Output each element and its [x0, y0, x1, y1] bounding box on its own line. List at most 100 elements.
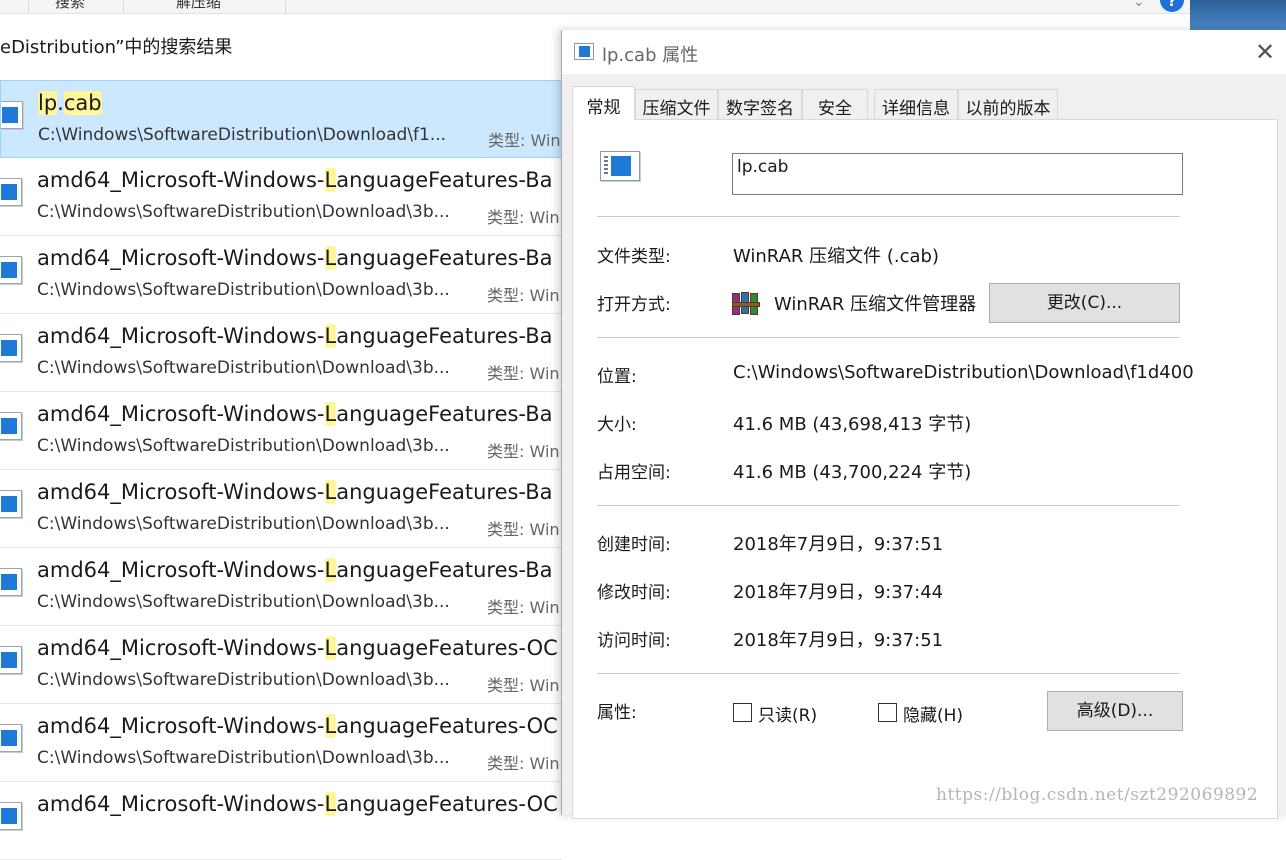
result-path: C:\Windows\SoftwareDistribution\Download… — [37, 670, 450, 690]
tab-details[interactable]: 详细信息 — [874, 89, 958, 120]
result-row[interactable]: amd64_Microsoft-Windows-LanguageFeatures… — [0, 548, 562, 626]
result-type: 类型: Win — [487, 442, 560, 461]
search-match-highlight: L — [324, 324, 337, 348]
result-name-part: anguageFeatures-Ba — [336, 402, 553, 426]
readonly-checkbox[interactable] — [733, 703, 752, 722]
file-icon — [0, 178, 22, 206]
open-with-label: 打开方式: — [597, 295, 671, 315]
result-name-part: amd64_Microsoft-Windows- — [37, 402, 325, 426]
hidden-checkbox-label[interactable]: 隐藏(H) — [903, 701, 963, 726]
result-name-part: amd64_Microsoft-Windows- — [37, 636, 325, 660]
file-type-value: WinRAR 压缩文件 (.cab) — [733, 246, 939, 267]
result-row[interactable]: amd64_Microsoft-Windows-LanguageFeatures… — [0, 470, 562, 548]
search-match-highlight: cab — [63, 91, 102, 115]
file-icon — [600, 151, 640, 181]
size-on-disk-label: 占用空间: — [597, 463, 671, 483]
result-row[interactable]: amd64_Microsoft-Windows-LanguageFeatures… — [0, 314, 562, 392]
result-path: C:\Windows\SoftwareDistribution\Download… — [37, 280, 450, 300]
result-row[interactable]: lp.cab C:\Windows\SoftwareDistribution\Do… — [0, 80, 562, 158]
advanced-button[interactable]: 高级(D)... — [1047, 691, 1183, 731]
result-row[interactable]: amd64_Microsoft-Windows-LanguageFeatures… — [0, 236, 562, 314]
change-button[interactable]: 更改(C)... — [989, 283, 1180, 323]
result-type: 类型: Win — [487, 520, 560, 539]
tab-digital-signatures[interactable]: 数字签名 — [718, 89, 802, 120]
search-match-highlight: L — [324, 714, 337, 738]
divider — [597, 673, 1180, 674]
search-match-highlight: lp — [38, 91, 58, 115]
location-label: 位置: — [597, 367, 637, 387]
result-name-part: anguageFeatures-Ba — [336, 558, 553, 582]
file-icon — [0, 490, 22, 518]
result-path: C:\Windows\SoftwareDistribution\Download… — [38, 125, 447, 145]
accessed-label: 访问时间: — [597, 631, 671, 651]
result-name-part: amd64_Microsoft-Windows- — [37, 714, 325, 738]
result-row[interactable]: amd64_Microsoft-Windows-LanguageFeatures… — [0, 626, 562, 704]
search-match-highlight: L — [324, 246, 337, 270]
file-icon — [0, 568, 22, 596]
file-icon — [0, 334, 22, 362]
general-tab-panel: 文件类型: WinRAR 压缩文件 (.cab) 打开方式: WinRAR 压缩… — [572, 119, 1278, 819]
result-name-part: . — [57, 91, 64, 115]
result-path: C:\Windows\SoftwareDistribution\Download… — [37, 436, 450, 456]
search-results-title: eDistribution”中的搜索结果 — [0, 37, 233, 58]
result-row[interactable]: amd64_Microsoft-Windows-LanguageFeatures… — [0, 158, 562, 236]
result-type: 类型: Win — [487, 676, 560, 695]
result-name-part: anguageFeatures-Ba — [336, 246, 553, 270]
result-path: C:\Windows\SoftwareDistribution\Download… — [37, 514, 450, 534]
desktop-background — [1190, 0, 1286, 30]
file-icon — [0, 802, 22, 830]
file-name-input[interactable] — [732, 153, 1183, 195]
ribbon-separator — [28, 0, 29, 14]
file-icon — [0, 646, 22, 674]
file-icon — [0, 724, 22, 752]
file-type-label: 文件类型: — [597, 247, 671, 267]
file-icon — [0, 256, 22, 284]
tab-previous-versions[interactable]: 以前的版本 — [958, 89, 1058, 120]
result-name: amd64_Microsoft-Windows-LanguageFeatures… — [37, 636, 558, 660]
close-icon[interactable]: ✕ — [1255, 38, 1275, 66]
search-match-highlight: L — [324, 402, 337, 426]
result-name: amd64_Microsoft-Windows-LanguageFeatures… — [37, 480, 553, 504]
hidden-checkbox[interactable] — [878, 703, 897, 722]
created-label: 创建时间: — [597, 535, 671, 555]
result-name-part: amd64_Microsoft-Windows- — [37, 168, 325, 192]
tab-security[interactable]: 安全 — [802, 89, 868, 120]
modified-label: 修改时间: — [597, 583, 671, 603]
readonly-checkbox-label[interactable]: 只读(R) — [758, 701, 817, 726]
result-row[interactable]: amd64_Microsoft-Windows-LanguageFeatures… — [0, 392, 562, 470]
result-name-part: anguageFeatures-Ba — [336, 168, 553, 192]
result-path: C:\Windows\SoftwareDistribution\Download… — [37, 358, 450, 378]
watermark: https://blog.csdn.net/szt292069892 — [936, 785, 1259, 805]
dialog-titlebar[interactable]: lp.cab 属性 ✕ — [562, 30, 1286, 74]
dialog-title: lp.cab 属性 — [602, 45, 699, 66]
search-match-highlight: L — [324, 792, 337, 816]
ribbon-tab-search[interactable]: 搜索 — [55, 0, 85, 12]
result-name: amd64_Microsoft-Windows-LanguageFeatures… — [37, 792, 558, 816]
help-icon[interactable]: ? — [1160, 0, 1184, 12]
divider — [597, 337, 1180, 338]
result-name-part: amd64_Microsoft-Windows- — [37, 246, 325, 270]
ribbon-separator — [123, 0, 124, 14]
result-row[interactable]: amd64_Microsoft-Windows-LanguageFeatures… — [0, 782, 562, 860]
result-name: amd64_Microsoft-Windows-LanguageFeatures… — [37, 324, 553, 348]
result-row[interactable]: amd64_Microsoft-Windows-LanguageFeatures… — [0, 704, 562, 782]
winrar-icon — [732, 292, 762, 316]
divider — [597, 216, 1180, 217]
size-value: 41.6 MB (43,698,413 字节) — [733, 414, 972, 435]
winrar-icon-strap — [732, 302, 760, 307]
tab-archive[interactable]: 压缩文件 — [635, 89, 718, 120]
result-type: 类型: Win — [487, 364, 560, 383]
result-name: amd64_Microsoft-Windows-LanguageFeatures… — [37, 402, 553, 426]
tab-general[interactable]: 常规 — [572, 86, 635, 121]
result-name: amd64_Microsoft-Windows-LanguageFeatures… — [37, 714, 558, 738]
result-name-part: anguageFeatures-Ba — [336, 324, 553, 348]
result-name-part: anguageFeatures-OC — [336, 714, 558, 738]
chevron-down-icon[interactable]: ⌄ — [1133, 0, 1145, 10]
result-name-part: amd64_Microsoft-Windows- — [37, 792, 325, 816]
result-name-part: anguageFeatures-Ba — [336, 480, 553, 504]
ribbon-tab-extract[interactable]: 解压缩 — [176, 0, 221, 12]
result-name-part: amd64_Microsoft-Windows- — [37, 558, 325, 582]
file-icon — [0, 412, 22, 440]
search-match-highlight: L — [324, 558, 337, 582]
properties-dialog: lp.cab 属性 ✕ 压缩文件 数字签名 安全 详细信息 以前的版本 文件类型… — [561, 30, 1286, 819]
